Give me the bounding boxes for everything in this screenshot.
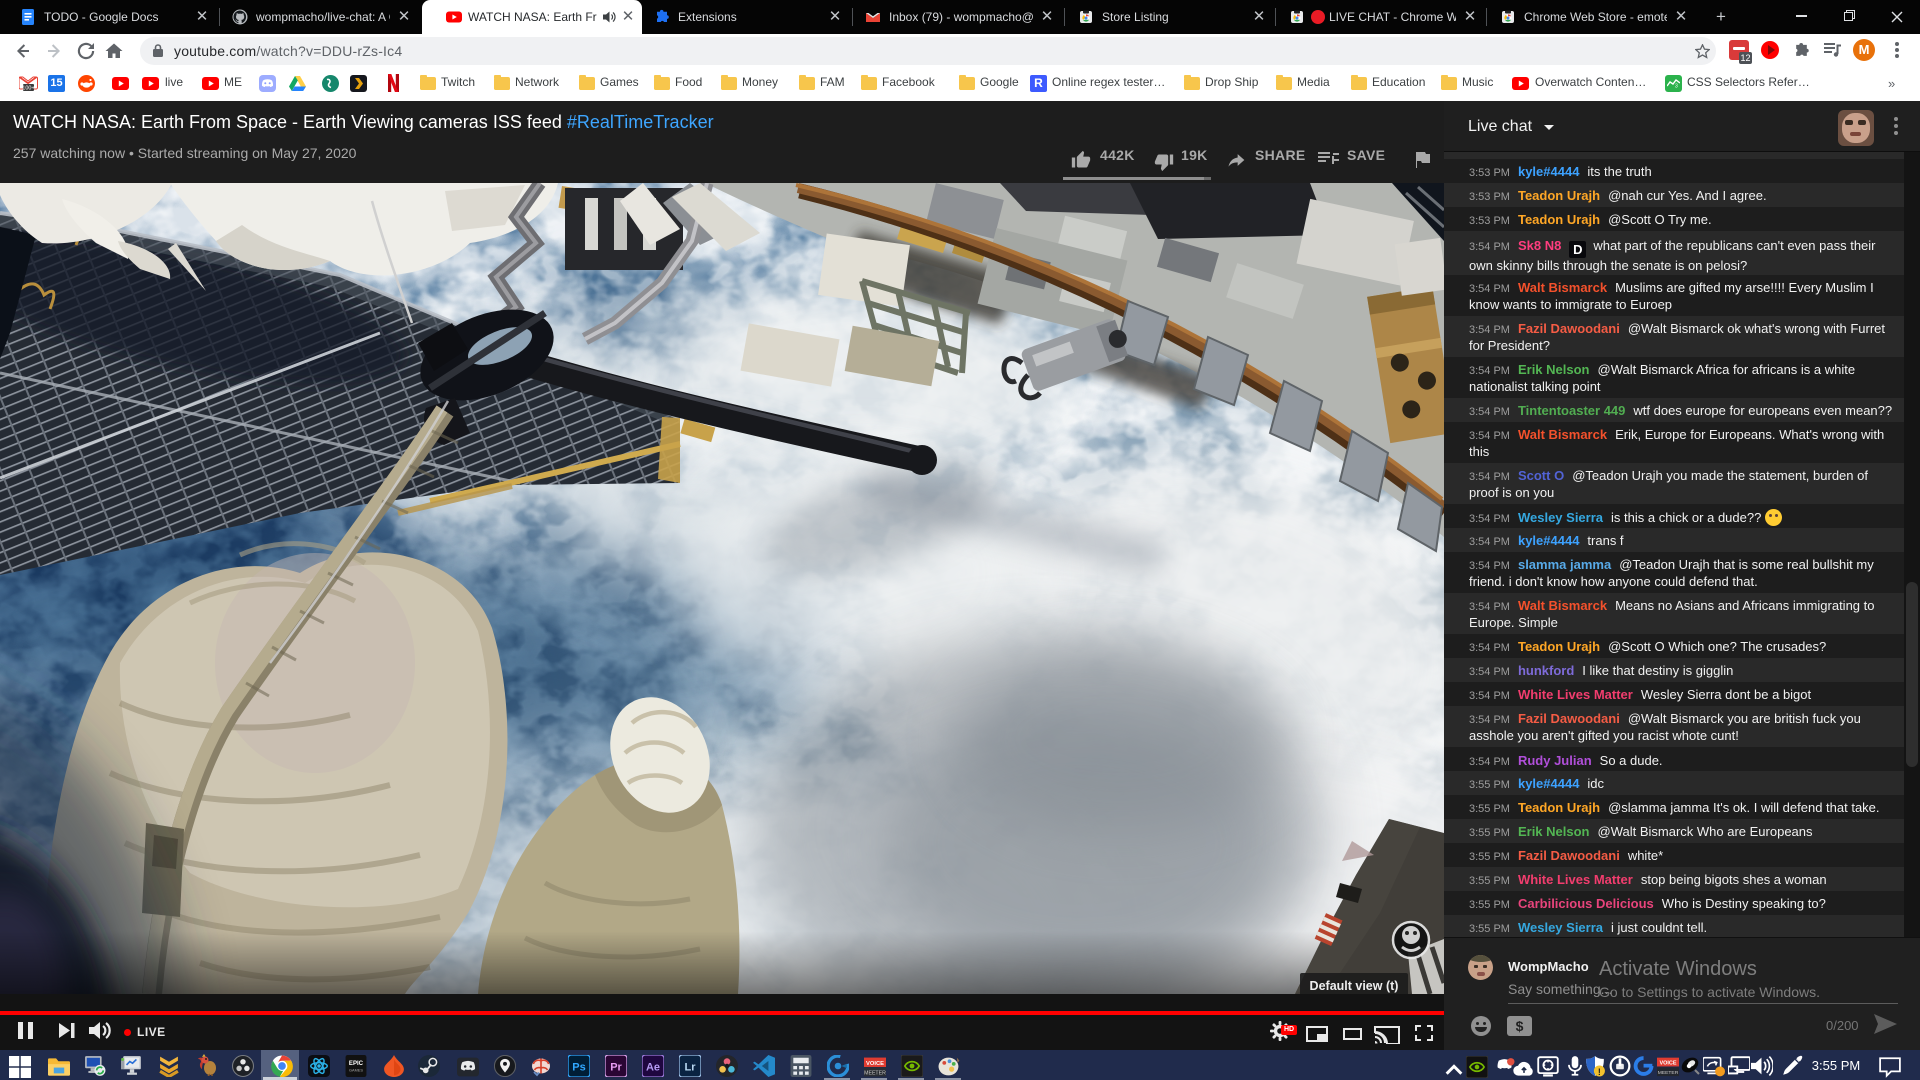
svg-text:Pr: Pr: [610, 1061, 622, 1073]
svg-text:Ae: Ae: [646, 1061, 660, 1073]
svg-text:MEETER: MEETER: [1658, 1070, 1679, 1076]
svg-text:MEETER: MEETER: [864, 1070, 886, 1076]
svg-text:Lr: Lr: [685, 1061, 697, 1073]
svg-text:!: !: [1598, 1067, 1601, 1077]
svg-text:VOICE: VOICE: [866, 1061, 884, 1067]
svg-text:EPIC: EPIC: [349, 1061, 364, 1067]
svg-text:Ps: Ps: [572, 1061, 585, 1073]
svg-text:GAMES: GAMES: [349, 1069, 363, 1073]
svg-text:100+: 100+: [22, 86, 34, 91]
svg-text:VOICE: VOICE: [1659, 1060, 1676, 1066]
svg-text:3: 3: [1675, 84, 1678, 89]
